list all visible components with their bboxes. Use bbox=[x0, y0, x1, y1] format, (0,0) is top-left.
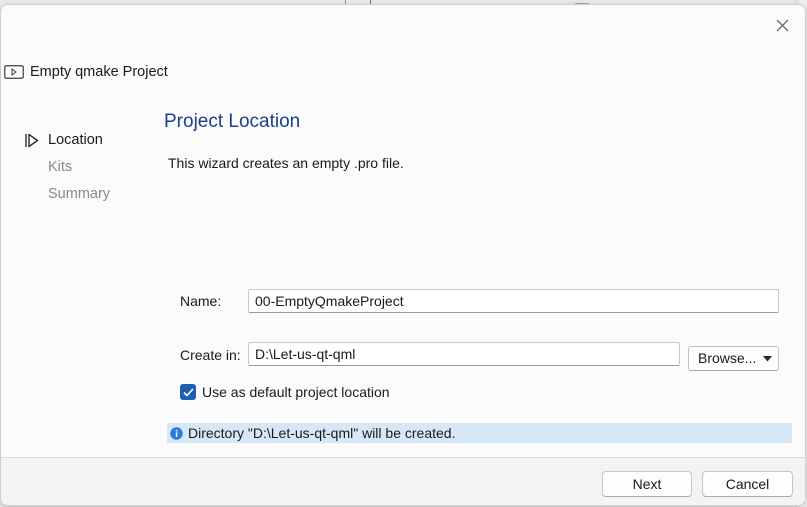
chevron-down-icon bbox=[763, 356, 772, 362]
cancel-button[interactable]: Cancel bbox=[702, 471, 793, 497]
default-location-label: Use as default project location bbox=[202, 384, 390, 400]
info-message-bar: Directory "D:\Let-us-qt-qml" will be cre… bbox=[167, 423, 792, 443]
close-button[interactable] bbox=[769, 13, 795, 37]
step-kits: Kits bbox=[23, 157, 110, 184]
wizard-steps: Location Kits Summary bbox=[23, 130, 110, 211]
step-location: Location bbox=[23, 130, 110, 157]
info-icon bbox=[170, 426, 183, 440]
browse-button[interactable]: Browse... bbox=[688, 346, 779, 371]
info-message: Directory "D:\Let-us-qt-qml" will be cre… bbox=[188, 425, 456, 441]
wizard-title: Empty qmake Project bbox=[30, 64, 168, 80]
step-label: Location bbox=[48, 132, 103, 148]
browse-label: Browse... bbox=[698, 350, 757, 366]
create-in-input[interactable]: D:\Let-us-qt-qml bbox=[248, 342, 680, 366]
page-description: This wizard creates an empty .pro file. bbox=[168, 155, 404, 171]
default-location-checkbox[interactable] bbox=[180, 384, 196, 400]
step-label: Kits bbox=[48, 159, 73, 175]
window-icon bbox=[4, 65, 24, 79]
wizard-footer: Next Cancel bbox=[1, 457, 805, 505]
close-icon bbox=[776, 19, 788, 31]
wizard-header: Empty qmake Project bbox=[1, 61, 168, 83]
next-button[interactable]: Next bbox=[602, 471, 692, 497]
checkmark-icon bbox=[182, 387, 194, 397]
create-in-label: Create in: bbox=[180, 347, 241, 363]
name-input-value: 00-EmptyQmakeProject bbox=[255, 293, 404, 309]
create-in-input-value: D:\Let-us-qt-qml bbox=[255, 346, 356, 362]
play-outline-icon bbox=[25, 133, 39, 148]
name-label: Name: bbox=[180, 293, 222, 309]
new-project-wizard-dialog: Empty qmake Project Location Kits Summar… bbox=[0, 4, 806, 506]
step-summary: Summary bbox=[23, 184, 110, 211]
name-input[interactable]: 00-EmptyQmakeProject bbox=[248, 289, 779, 313]
step-label: Summary bbox=[48, 186, 111, 202]
page-title: Project Location bbox=[164, 111, 301, 132]
